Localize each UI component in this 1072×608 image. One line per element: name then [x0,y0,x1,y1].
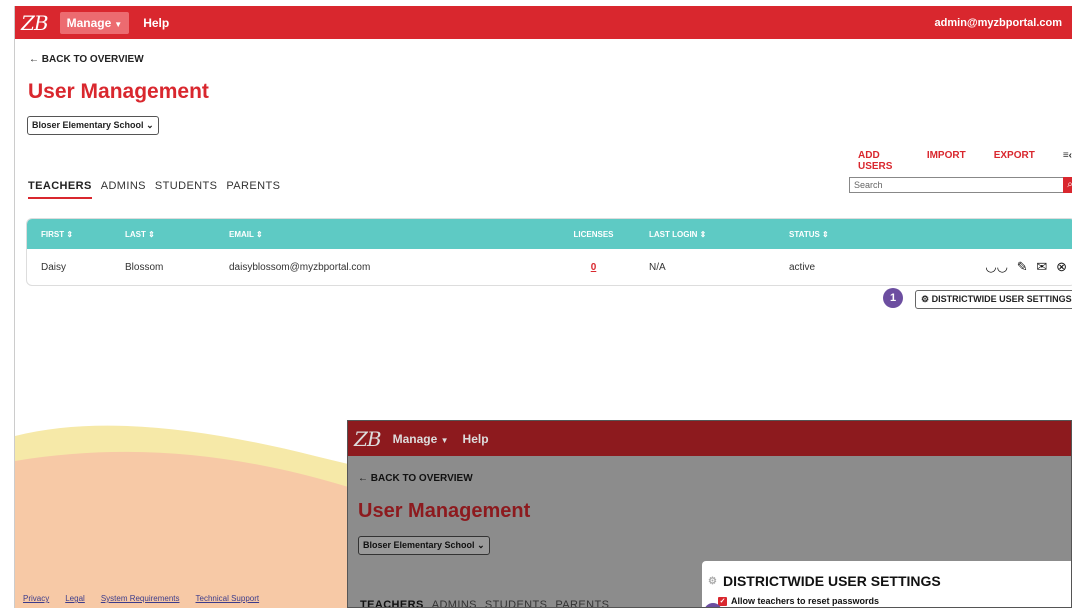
technical-support-link[interactable]: Technical Support [196,594,260,603]
tab-admins[interactable]: ADMINS [101,180,146,199]
cell-email: daisyblossom@myzbportal.com [229,261,371,273]
columns-menu-icon[interactable]: ≡‹ [1063,150,1072,172]
manage-menu[interactable]: Manage ▼ [59,11,130,34]
back-to-overview-link[interactable]: ← BACK TO OVERVIEW [29,54,144,65]
gear-icon: ⚙ [708,575,717,587]
edit-pencil-icon[interactable]: ✎ [1017,259,1028,274]
legal-link[interactable]: Legal [65,594,85,603]
panel-title-text: DISTRICTWIDE USER SETTINGS [722,573,941,589]
footer-links: Privacy Legal System Requirements Techni… [23,594,259,603]
step-badge: 1 [883,288,903,308]
impersonate-mask-icon[interactable]: ◡◡ [985,259,1008,274]
overlay-top-nav-bar: ZB Manage ▼ Help [348,421,1071,456]
top-nav-bar: ZB Manage ▼ Help admin@myzbportal.com [15,6,1072,39]
overlay-screenshot: ZB Manage ▼ Help ← BACK TO OVERVIEW User… [347,420,1072,608]
email-icon[interactable]: ✉ [1036,259,1047,274]
overlay-back-link: ← BACK TO OVERVIEW [358,473,473,484]
tab-teachers[interactable]: TEACHERS [28,180,92,199]
licenses-link[interactable]: 0 [591,262,597,273]
system-requirements-link[interactable]: System Requirements [101,594,180,603]
overlay-school-select-value: Bloser Elementary School [363,540,475,550]
school-select[interactable]: Bloser Elementary School ⌄ [27,116,159,135]
user-email-menu[interactable]: admin@myzbportal.com [935,17,1062,29]
cell-last: Blossom [125,261,164,273]
overlay-page-title: User Management [358,500,531,522]
overlay-manage-menu: Manage ▼ [393,432,449,446]
col-first[interactable]: FIRST ⇕ [27,230,125,239]
action-toolbar: ADD USERS IMPORT EXPORT ≡‹ [858,150,1072,172]
page-title: User Management [28,80,209,103]
gear-icon: ⚙ [921,294,932,304]
table-row: Daisy Blossom daisyblossom@myzbportal.co… [27,249,1072,285]
search-input[interactable]: Search [849,177,1065,193]
overlay-tab-students: STUDENTS [484,599,548,608]
districtwide-settings-label: DISTRICTWIDE USER SETTINGS [931,294,1072,304]
search-icon[interactable]: ⌕ [1063,177,1072,193]
chevron-down-icon: ▼ [440,435,449,445]
privacy-link[interactable]: Privacy [23,594,49,603]
col-licenses: LICENSES [573,229,614,239]
import-button[interactable]: IMPORT [927,150,966,172]
export-button[interactable]: EXPORT [994,150,1035,172]
overlay-manage-label: Manage [392,431,438,446]
overlay-tab-teachers: TEACHERS [360,599,424,608]
table-header: FIRST ⇕ LAST ⇕ EMAIL ⇕ LICENSES LAST LOG… [27,219,1072,249]
row-actions: ◡◡ ✎ ✉ ⊗ [919,259,1072,275]
cell-licenses: 0 [538,262,649,273]
tab-students[interactable]: STUDENTS [155,180,217,199]
cell-last-login: N/A [649,261,666,273]
col-last-login[interactable]: LAST LOGIN ⇕ [649,230,789,239]
overlay-help-link: Help [462,431,489,446]
checkbox-checked-icon[interactable]: ✓ [718,596,727,606]
manage-label: Manage [66,15,112,30]
overlay-tabs: TEACHERS ADMINS STUDENTS PARENTS [360,599,610,608]
overlay-tab-admins: ADMINS [431,599,477,608]
col-email[interactable]: EMAIL ⇕ [229,230,538,239]
cell-first: Daisy [41,261,67,273]
user-type-tabs: TEACHERS ADMINS STUDENTS PARENTS [28,180,280,199]
zb-logo[interactable]: ZB [21,11,49,35]
overlay-school-select: Bloser Elementary School ⌄ [358,536,490,555]
panel-title: ⚙ DISTRICTWIDE USER SETTINGS [708,573,941,589]
chevron-down-icon: ⌄ [477,540,485,550]
chevron-down-icon: ▼ [114,19,123,29]
overlay-tab-parents: PARENTS [555,599,610,608]
school-select-value: Bloser Elementary School [32,120,144,130]
chevron-down-icon: ⌄ [146,120,154,130]
users-table: FIRST ⇕ LAST ⇕ EMAIL ⇕ LICENSES LAST LOG… [26,218,1072,286]
col-status[interactable]: STATUS ⇕ [789,230,919,239]
help-link[interactable]: Help [143,16,169,30]
districtwide-settings-button[interactable]: ⚙ DISTRICTWIDE USER SETTINGS [915,290,1072,309]
col-last[interactable]: LAST ⇕ [125,230,229,239]
cell-status: active [789,261,816,273]
tab-parents[interactable]: PARENTS [226,180,280,199]
add-users-button[interactable]: ADD USERS [858,150,899,172]
remove-circle-x-icon[interactable]: ⊗ [1056,259,1067,274]
stage: ZB Manage ▼ Help admin@myzbportal.com ← B… [0,0,1072,608]
overlay-zb-logo: ZB [354,426,382,451]
reset-passwords-label: Allow teachers to reset passwords [731,596,880,606]
districtwide-settings-panel: ⚙ DISTRICTWIDE USER SETTINGS ✓ Allow teach… [702,561,1071,607]
reset-passwords-option[interactable]: ✓ Allow teachers to reset passwords [718,596,879,606]
